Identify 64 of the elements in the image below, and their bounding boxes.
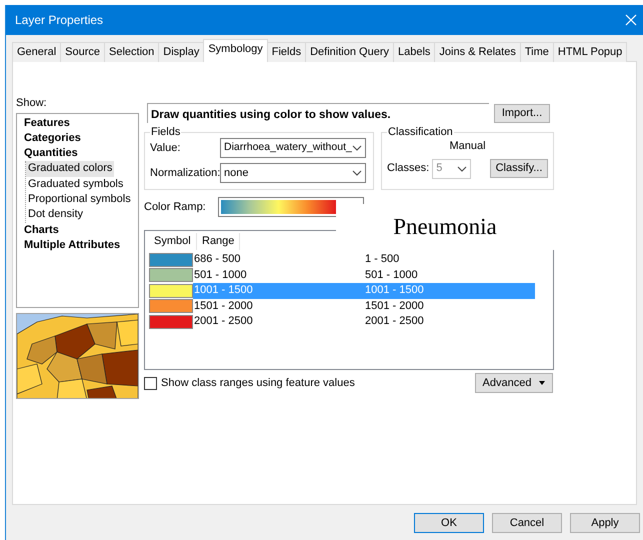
field-value: Diarrhoea_watery_without_ [224, 140, 352, 156]
field-value: none [224, 166, 248, 181]
show-label: Show: [16, 96, 48, 111]
tab[interactable]: Source [60, 42, 105, 62]
tab[interactable]: Display [158, 42, 204, 62]
tree-item[interactable]: Categories [22, 132, 83, 144]
tab[interactable]: General [12, 42, 62, 62]
range-cell[interactable]: 501 - 1000 [193, 268, 364, 283]
range-cell[interactable]: 686 - 500 [193, 252, 364, 268]
range-cell[interactable]: 2001 - 2500 [193, 314, 364, 330]
label-cell[interactable]: 1501 - 2000 [364, 298, 535, 314]
tree-item[interactable]: Features [22, 116, 72, 128]
checkbox-label: Show class ranges using feature values [161, 376, 355, 391]
dialog-button[interactable]: OK [414, 513, 484, 533]
chevron-icon [352, 145, 362, 151]
group-title: Classification [387, 126, 454, 138]
dialog-button[interactable]: Apply [570, 513, 640, 533]
tab[interactable]: Definition Query [305, 42, 394, 62]
label-cell[interactable]: 2001 - 2500 [364, 314, 535, 330]
caret-icon [539, 381, 546, 385]
tab[interactable]: Time [520, 42, 554, 62]
group-title: Fields [150, 126, 182, 138]
tab[interactable]: Selection [104, 42, 160, 62]
description-text: Draw quantities using color to show values. [147, 103, 489, 123]
tab[interactable]: Fields [266, 42, 306, 62]
normalization-dropdown[interactable]: none [220, 163, 366, 183]
tab[interactable]: Joins & Relates [434, 42, 521, 62]
checkbox[interactable] [144, 376, 157, 390]
range-cell[interactable]: 1501 - 2000 [193, 298, 364, 314]
symbol-swatch[interactable] [149, 299, 193, 314]
value-dropdown[interactable]: Diarrhoea_watery_without_ [220, 138, 366, 158]
chevron-icon [457, 166, 468, 172]
caption-text: Pneumonia [336, 204, 554, 250]
dialog-button[interactable]: Cancel [492, 513, 562, 533]
symbol-swatch[interactable] [149, 284, 193, 298]
classes-label: Classes: [387, 161, 430, 176]
symbol-swatch[interactable] [149, 252, 193, 267]
tab[interactable]: Labels [392, 42, 436, 62]
column-header[interactable]: Range [197, 233, 240, 250]
advanced-button[interactable]: Advanced [475, 373, 553, 393]
classify-button[interactable]: Classify... [490, 159, 548, 178]
tree-item[interactable]: Dot density [26, 207, 86, 223]
window-title: Layer Properties [15, 12, 104, 29]
tab[interactable]: Symbology [203, 39, 268, 62]
chevron-icon [352, 170, 362, 176]
column-header[interactable]: Symbol [149, 233, 197, 250]
symbol-swatch[interactable] [149, 268, 193, 282]
field-value: 5 [436, 161, 442, 176]
color-ramp-label: Color Ramp: [144, 200, 207, 215]
symbol-swatch[interactable] [149, 314, 193, 329]
method-text: Manual [449, 140, 486, 152]
label-cell[interactable]: 501 - 1000 [364, 268, 535, 283]
tree-item[interactable]: Charts [22, 224, 61, 236]
tree-item[interactable]: Proportional symbols [26, 192, 133, 208]
field-label: Value: [150, 140, 182, 156]
tree-item[interactable]: Quantities [22, 147, 80, 160]
import-button[interactable]: Import... [494, 104, 550, 122]
tab[interactable]: HTML Popup [552, 42, 628, 62]
tree-item[interactable]: Graduated colors [26, 161, 114, 177]
tree-item[interactable]: Graduated symbols [26, 176, 126, 192]
label-cell[interactable]: 1 - 500 [364, 252, 535, 268]
field-label: Normalization: [150, 166, 220, 181]
tree-item[interactable]: Multiple Attributes [22, 238, 122, 251]
close-icon[interactable] [625, 14, 637, 26]
